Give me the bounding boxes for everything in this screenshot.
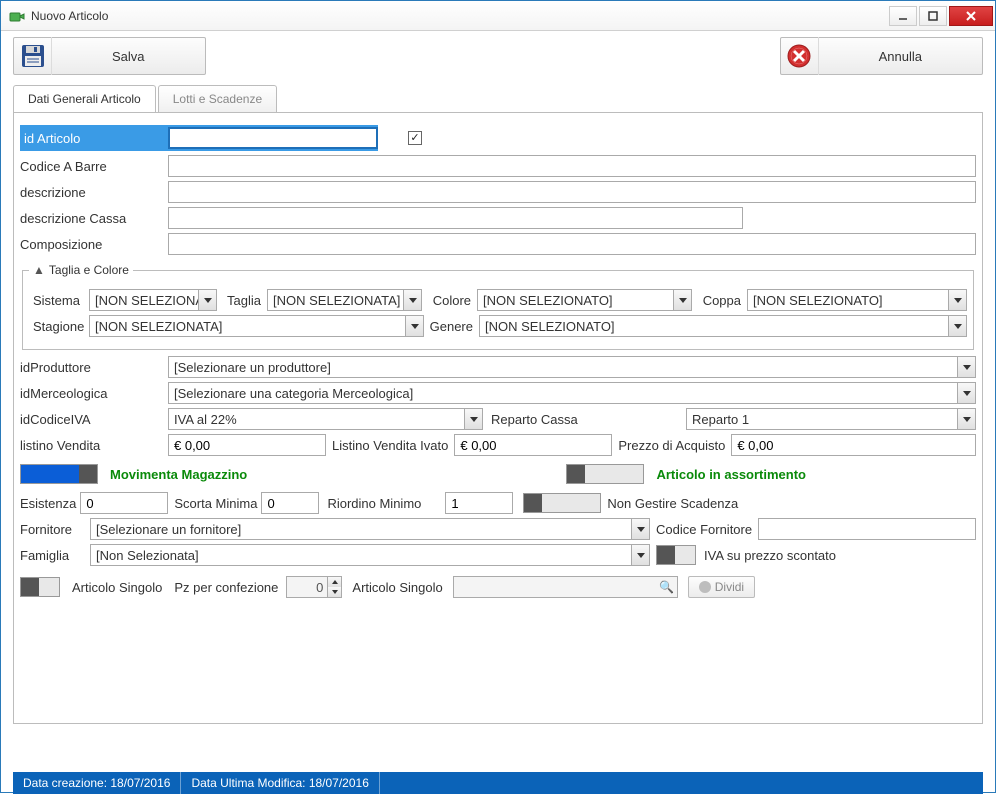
stagione-label: Stagione — [29, 319, 89, 334]
id-produttore-label: idProduttore — [20, 360, 168, 375]
window-title: Nuovo Articolo — [31, 9, 887, 23]
articolo-assortimento-label: Articolo in assortimento — [656, 467, 806, 482]
composizione-input[interactable] — [168, 233, 976, 255]
id-articolo-label: id Articolo — [20, 127, 168, 150]
search-icon: 🔍 — [657, 580, 677, 594]
tab-content: id Articolo Attiva Autocompletamento Cod… — [13, 112, 983, 724]
descrizione-label: descrizione — [20, 185, 168, 200]
taglia-select[interactable]: [NON SELEZIONATA] — [267, 289, 422, 311]
composizione-label: Composizione — [20, 237, 168, 252]
non-gestire-scadenza-label: Non Gestire Scadenza — [601, 496, 738, 511]
taglia-colore-group: ▲Taglia e Colore Sistema [NON SELEZIONAT… — [22, 263, 974, 350]
sistema-select[interactable]: [NON SELEZIONATO] — [89, 289, 217, 311]
taglia-label: Taglia — [217, 293, 267, 308]
iva-prezzo-scontato-toggle[interactable] — [656, 545, 696, 565]
dividi-icon — [699, 581, 711, 593]
id-merceologica-label: idMerceologica — [20, 386, 168, 401]
reparto-cassa-label: Reparto Cassa — [483, 412, 586, 427]
coppa-select[interactable]: [NON SELEZIONATO] — [747, 289, 967, 311]
search-box[interactable]: 🔍 — [453, 576, 678, 598]
codice-barre-label: Codice A Barre — [20, 159, 168, 174]
scorta-minima-input[interactable] — [261, 492, 319, 514]
save-label: Salva — [52, 49, 205, 64]
listino-vendita-ivato-label: Listino Vendita Ivato — [326, 438, 454, 453]
save-button[interactable]: Salva — [13, 37, 206, 75]
titlebar: Nuovo Articolo — [1, 1, 995, 31]
listino-vendita-ivato-input[interactable] — [454, 434, 612, 456]
spin-down-icon[interactable] — [328, 587, 341, 597]
famiglia-label: Famiglia — [20, 548, 90, 563]
esistenza-label: Esistenza — [20, 496, 80, 511]
attiva-autocomplete-checkbox[interactable] — [408, 131, 422, 145]
id-codice-iva-select[interactable]: IVA al 22% — [168, 408, 483, 430]
prezzo-acquisto-input[interactable] — [731, 434, 976, 456]
tab-lotti-scadenze[interactable]: Lotti e Scadenze — [158, 85, 277, 112]
close-button[interactable] — [949, 6, 993, 26]
codice-barre-input[interactable] — [168, 155, 976, 177]
codice-fornitore-input[interactable] — [758, 518, 976, 540]
maximize-button[interactable] — [919, 6, 947, 26]
status-modifica: Data Ultima Modifica: 18/07/2016 — [181, 772, 379, 794]
scorta-minima-label: Scorta Minima — [168, 496, 261, 511]
riordino-minimo-input[interactable] — [445, 492, 513, 514]
id-merceologica-select[interactable]: [Selezionare una categoria Merceologica] — [168, 382, 976, 404]
id-produttore-select[interactable]: [Selezionare un produttore] — [168, 356, 976, 378]
id-codice-iva-label: idCodiceIVA — [20, 412, 168, 427]
listino-vendita-input[interactable] — [168, 434, 326, 456]
sistema-label: Sistema — [29, 293, 89, 308]
cancel-icon — [781, 37, 819, 75]
iva-prezzo-scontato-label: IVA su prezzo scontato — [696, 548, 836, 563]
minimize-button[interactable] — [889, 6, 917, 26]
genere-label: Genere — [424, 319, 479, 334]
esistenza-input[interactable] — [80, 492, 168, 514]
fornitore-select[interactable]: [Selezionare un fornitore] — [90, 518, 650, 540]
status-bar: Data creazione: 18/07/2016 Data Ultima M… — [13, 772, 983, 794]
tab-bar: Dati Generali Articolo Lotti e Scadenze — [13, 85, 983, 112]
articolo-assortimento-toggle[interactable] — [566, 464, 644, 484]
row-id-articolo: id Articolo Attiva Autocompletamento — [20, 125, 976, 151]
pz-confezione-spinner[interactable] — [286, 576, 342, 598]
save-icon — [14, 37, 52, 75]
collapse-icon[interactable]: ▲ — [33, 263, 45, 277]
articolo-singolo2-label: Articolo Singolo — [342, 580, 452, 595]
attiva-autocomplete-label: Attiva Autocompletamento — [427, 130, 590, 146]
movimenta-magazzino-label: Movimenta Magazzino — [110, 467, 247, 482]
coppa-label: Coppa — [692, 293, 747, 308]
riordino-minimo-label: Riordino Minimo — [319, 496, 425, 511]
cancel-label: Annulla — [819, 49, 982, 64]
spin-up-icon[interactable] — [328, 577, 341, 587]
colore-label: Colore — [422, 293, 477, 308]
prezzo-acquisto-label: Prezzo di Acquisto — [612, 438, 731, 453]
articolo-singolo-label: Articolo Singolo — [60, 580, 174, 595]
main-toolbar: Salva Annulla — [1, 31, 995, 79]
non-gestire-scadenza-toggle[interactable] — [523, 493, 601, 513]
famiglia-select[interactable]: [Non Selezionata] — [90, 544, 650, 566]
descrizione-cassa-label: descrizione Cassa — [20, 211, 168, 226]
cancel-button[interactable]: Annulla — [780, 37, 983, 75]
movimenta-magazzino-toggle[interactable] — [20, 464, 98, 484]
app-icon — [9, 8, 25, 24]
pz-confezione-label: Pz per confezione — [174, 580, 286, 595]
descrizione-cassa-input[interactable] — [168, 207, 743, 229]
dividi-button[interactable]: Dividi — [688, 576, 755, 598]
listino-vendita-label: listino Vendita — [20, 438, 168, 453]
id-articolo-input[interactable] — [168, 127, 378, 149]
colore-select[interactable]: [NON SELEZIONATO] — [477, 289, 692, 311]
codice-fornitore-label: Codice Fornitore — [650, 522, 758, 537]
descrizione-input[interactable] — [168, 181, 976, 203]
status-creazione: Data creazione: 18/07/2016 — [13, 772, 181, 794]
tab-dati-generali[interactable]: Dati Generali Articolo — [13, 85, 156, 112]
stagione-select[interactable]: [NON SELEZIONATA] — [89, 315, 424, 337]
fornitore-label: Fornitore — [20, 522, 90, 537]
articolo-singolo-toggle[interactable] — [20, 577, 60, 597]
reparto-cassa-select[interactable]: Reparto 1 — [686, 408, 976, 430]
genere-select[interactable]: [NON SELEZIONATO] — [479, 315, 967, 337]
